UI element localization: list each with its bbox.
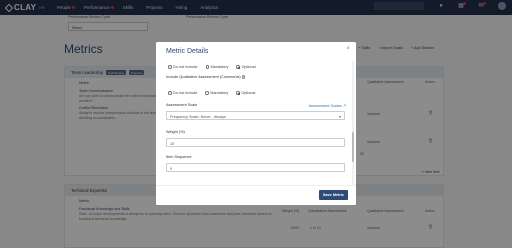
select-value: Frequency Scale: Never - Always: [170, 114, 226, 119]
item-sequence-label: Item Sequence: [166, 155, 192, 159]
qualitative-label-text: Include Qualitative Assessment (Comments…: [166, 75, 241, 79]
external-link-icon: ↗: [342, 104, 346, 108]
item-sequence-input[interactable]: 0: [166, 163, 345, 172]
radio-icon: [205, 91, 209, 95]
modal-scrollbar-track[interactable]: [352, 61, 354, 185]
save-metric-button[interactable]: Save Metric: [318, 190, 348, 200]
radio-do-not-include[interactable]: Do not Include: [168, 65, 198, 69]
radio-label: Mandatory: [210, 65, 229, 69]
radio-mandatory[interactable]: Mandatory: [205, 65, 229, 69]
radio-label: Optional: [241, 91, 256, 95]
radio-icon: [168, 65, 172, 69]
radio-icon: [168, 91, 172, 95]
qualitative-label: Include Qualitative Assessment (Comments…: [166, 75, 246, 79]
radio-selected-icon: [236, 91, 240, 95]
assessment-scales-link[interactable]: Assessment Scales ↗: [309, 103, 346, 108]
link-label: Assessment Scales: [308, 104, 342, 108]
radio-label: Do not Include: [173, 65, 198, 69]
weight-input[interactable]: 10: [166, 138, 345, 147]
metric-details-modal: Metric Details × Do not Include Mandator…: [156, 42, 356, 205]
assessment-scale-label: Assessment Scale: [166, 103, 198, 107]
help-icon[interactable]: ?: [241, 75, 246, 79]
radio-icon: [205, 65, 209, 69]
qualitative-radio-group: Do not include Mandatory Optional: [168, 91, 255, 95]
radio-mandatory[interactable]: Mandatory: [205, 91, 228, 95]
modal-footer: Save Metric: [156, 185, 356, 205]
assessment-scale-select[interactable]: Frequency Scale: Never - Always ▾: [166, 111, 345, 120]
chevron-down-icon: ▾: [338, 113, 341, 119]
radio-label: Mandatory: [210, 91, 229, 95]
close-icon[interactable]: ×: [346, 46, 350, 52]
radio-selected-icon: [236, 65, 240, 69]
radio-optional[interactable]: Optional: [236, 65, 256, 69]
radio-optional[interactable]: Optional: [236, 91, 255, 95]
modal-scrollbar-thumb[interactable]: [352, 132, 354, 162]
quantitative-radio-group: Do not Include Mandatory Optional: [168, 65, 256, 69]
radio-do-not-include[interactable]: Do not include: [168, 91, 197, 95]
modal-body: Do not Include Mandatory Optional Includ…: [156, 61, 356, 185]
radio-label: Do not include: [173, 91, 198, 95]
modal-title: Metric Details: [166, 48, 209, 55]
weight-label: Weight (%): [166, 130, 185, 134]
radio-label: Optional: [241, 65, 256, 69]
